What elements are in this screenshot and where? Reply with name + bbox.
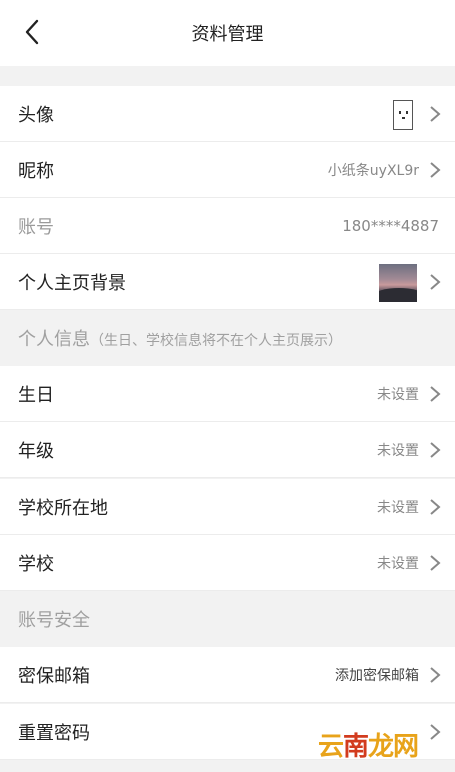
chevron-right-icon (430, 498, 441, 515)
account-value: 180****4887 (342, 216, 439, 235)
account-security-section-header: 账号安全 (0, 591, 455, 647)
background-thumbnail (379, 264, 417, 302)
avatar-label: 头像 (18, 104, 54, 126)
account-label: 账号 (18, 216, 54, 238)
school-location-row[interactable]: 学校所在地 未设置 (0, 479, 455, 535)
nickname-value: 小纸条uyXL9r (327, 162, 419, 179)
top-bar: 资料管理 (0, 0, 455, 66)
section-title: 个人信息（生日、学校信息将不在个人主页展示） (18, 329, 342, 350)
security-email-label: 密保邮箱 (18, 665, 90, 687)
chevron-right-icon (430, 441, 441, 458)
page-title: 资料管理 (191, 24, 264, 45)
reset-password-label: 重置密码 (18, 722, 90, 744)
homepage-background-label: 个人主页背景 (18, 272, 126, 294)
birthday-value: 未设置 (377, 386, 419, 403)
section-title: 账号安全 (18, 610, 90, 631)
account-row: 账号 180****4887 (0, 198, 455, 254)
grade-value: 未设置 (377, 442, 419, 459)
security-email-value: 添加密保邮箱 (335, 667, 419, 684)
section-note: （生日、学校信息将不在个人主页展示） (90, 333, 342, 349)
personal-info-section-header: 个人信息（生日、学校信息将不在个人主页展示） (0, 310, 455, 366)
chevron-right-icon (430, 666, 441, 683)
chevron-right-icon (430, 161, 441, 178)
security-email-row[interactable]: 密保邮箱 添加密保邮箱 (0, 647, 455, 703)
nickname-label: 昵称 (18, 160, 54, 182)
school-value: 未设置 (377, 555, 419, 572)
homepage-background-row[interactable]: 个人主页背景 (0, 254, 455, 310)
avatar-row[interactable]: 头像 (0, 86, 455, 142)
school-label: 学校 (18, 553, 54, 575)
grade-label: 年级 (18, 440, 54, 462)
chevron-right-icon (430, 385, 441, 402)
chevron-right-icon (430, 273, 441, 290)
avatar (393, 100, 413, 130)
site-watermark: 云南龙网 (318, 732, 419, 762)
birthday-label: 生日 (18, 384, 54, 406)
nickname-row[interactable]: 昵称 小纸条uyXL9r (0, 142, 455, 198)
chevron-right-icon (430, 723, 441, 740)
school-location-label: 学校所在地 (18, 497, 108, 519)
school-row[interactable]: 学校 未设置 (0, 535, 455, 591)
chevron-right-icon (430, 105, 441, 122)
school-location-value: 未设置 (377, 499, 419, 516)
grade-row[interactable]: 年级 未设置 (0, 422, 455, 478)
birthday-row[interactable]: 生日 未设置 (0, 366, 455, 422)
chevron-right-icon (430, 554, 441, 571)
